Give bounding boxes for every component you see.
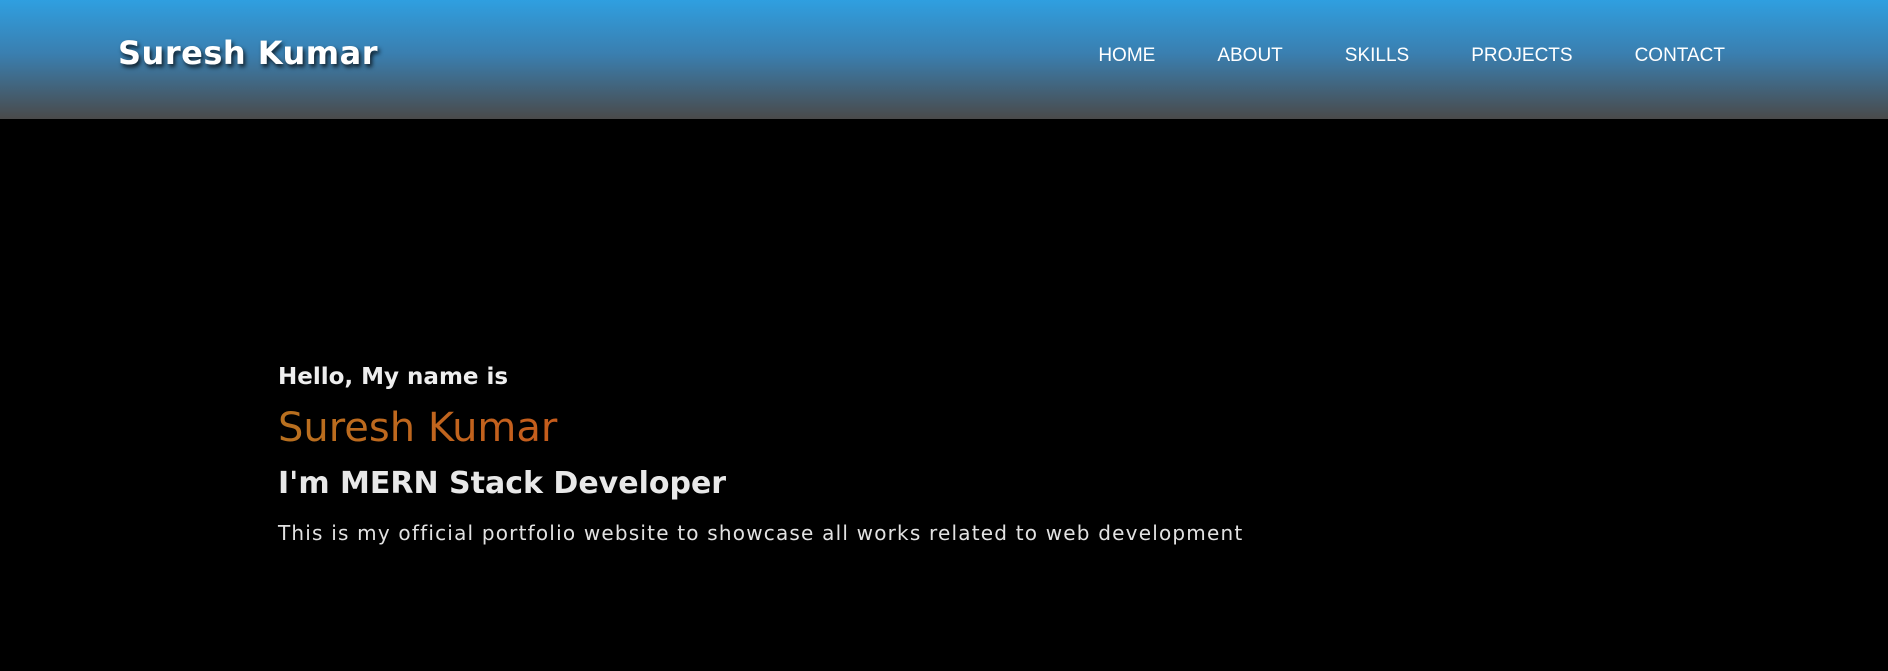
nav-about-link[interactable]: ABOUT	[1217, 45, 1282, 67]
hero-description: This is my official portfolio website to…	[278, 521, 1244, 545]
nav-contact-link[interactable]: CONTACT	[1635, 45, 1725, 67]
hero-section: Hello, My name is Suresh Kumar I'm MERN …	[278, 364, 1243, 545]
nav-skills-link[interactable]: SKILLS	[1345, 45, 1409, 67]
hero-greeting: Hello, My name is	[278, 364, 509, 390]
site-header: Suresh Kumar HOME ABOUT SKILLS PROJECTS …	[0, 0, 1888, 119]
main-nav: HOME ABOUT SKILLS PROJECTS CONTACT	[1098, 45, 1725, 67]
nav-home-link[interactable]: HOME	[1098, 45, 1155, 67]
site-logo-text[interactable]: Suresh Kumar	[118, 34, 378, 72]
hero-role: I'm MERN Stack Developer	[278, 466, 727, 501]
nav-projects-link[interactable]: PROJECTS	[1471, 45, 1572, 67]
hero-name: Suresh Kumar	[278, 406, 1243, 450]
